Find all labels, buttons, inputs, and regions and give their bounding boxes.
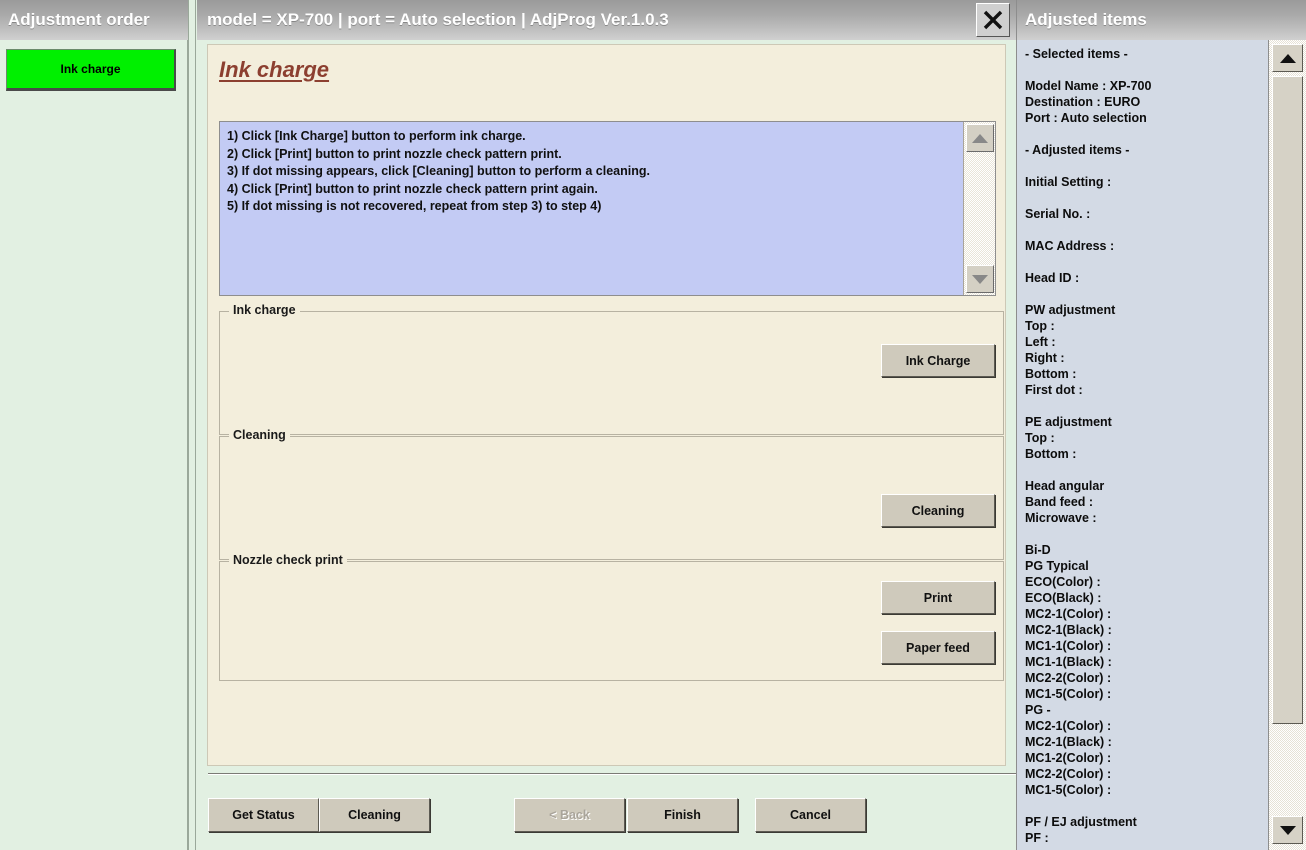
- group-legend-nozzle-check-print: Nozzle check print: [229, 553, 347, 567]
- footer-cleaning-button[interactable]: Cleaning: [319, 798, 430, 832]
- get-status-button-label: Get Status: [232, 808, 295, 822]
- back-button-label: < Back: [549, 808, 590, 822]
- adjusted-items-panel: Adjusted items - Selected items - Model …: [1016, 0, 1306, 850]
- adjusted-items-scrollbar[interactable]: [1268, 40, 1306, 850]
- scroll-down-icon[interactable]: [966, 265, 994, 293]
- scroll-down-icon[interactable]: [1272, 816, 1303, 844]
- finish-button[interactable]: Finish: [627, 798, 738, 832]
- group-legend-ink-charge: Ink charge: [229, 303, 300, 317]
- main-titlebar: model = XP-700 | port = Auto selection |…: [197, 0, 1016, 40]
- main-panel: model = XP-700 | port = Auto selection |…: [197, 0, 1300, 850]
- cancel-button-label: Cancel: [790, 808, 831, 822]
- group-ink-charge: Ink charge Ink Charge: [219, 303, 1004, 435]
- sidebar-titlebar: Adjustment order: [0, 0, 188, 40]
- instructions-box: 1) Click [Ink Charge] button to perform …: [219, 121, 996, 296]
- scrollbar-thumb[interactable]: [1272, 76, 1303, 724]
- sidebar-title: Adjustment order: [8, 10, 150, 29]
- instructions-scrollbar[interactable]: [963, 122, 995, 295]
- print-button-label: Print: [923, 590, 953, 605]
- adjustment-program-window: Adjustment order Ink charge model = XP-7…: [0, 0, 1306, 850]
- footer-cleaning-button-label: Cleaning: [348, 808, 401, 822]
- adjustment-order-sidebar: Adjustment order Ink charge: [0, 0, 188, 850]
- back-button: < Back: [514, 798, 625, 832]
- ink-charge-button[interactable]: Ink Charge: [881, 344, 995, 377]
- adjusted-items-title: Adjusted items: [1025, 10, 1147, 29]
- group-cleaning: Cleaning Cleaning: [219, 428, 1004, 560]
- footer-button-bar: Get Status Cleaning < Back Finish Cancel: [197, 795, 1016, 837]
- finish-button-label: Finish: [664, 808, 701, 822]
- sidebar-item-ink-charge[interactable]: Ink charge: [6, 49, 176, 91]
- scroll-up-icon[interactable]: [966, 124, 994, 152]
- cleaning-button[interactable]: Cleaning: [881, 494, 995, 527]
- close-icon[interactable]: [976, 3, 1010, 37]
- cancel-button[interactable]: Cancel: [755, 798, 866, 832]
- get-status-button[interactable]: Get Status: [208, 798, 319, 832]
- scroll-up-icon[interactable]: [1272, 44, 1303, 72]
- cleaning-button-label: Cleaning: [911, 503, 965, 518]
- sidebar-item-label: Ink charge: [60, 62, 121, 76]
- group-nozzle-check-print: Nozzle check print Print Paper feed: [219, 553, 1004, 681]
- page-title: Ink charge: [219, 57, 330, 82]
- sidebar-item-list: Ink charge: [0, 42, 188, 91]
- print-button[interactable]: Print: [881, 581, 995, 614]
- main-title: model = XP-700 | port = Auto selection |…: [207, 10, 669, 29]
- ink-charge-button-label: Ink Charge: [905, 353, 971, 368]
- adjusted-items-text: - Selected items - Model Name : XP-700 D…: [1017, 40, 1269, 850]
- instructions-text: 1) Click [Ink Charge] button to perform …: [227, 129, 650, 213]
- adjusted-items-titlebar: Adjusted items: [1017, 0, 1306, 40]
- paper-feed-button-label: Paper feed: [906, 640, 970, 655]
- content-area: Ink charge 1) Click [Ink Charge] button …: [207, 44, 1006, 766]
- group-legend-cleaning: Cleaning: [229, 428, 290, 442]
- panel-splitter[interactable]: [188, 0, 196, 850]
- paper-feed-button[interactable]: Paper feed: [881, 631, 995, 664]
